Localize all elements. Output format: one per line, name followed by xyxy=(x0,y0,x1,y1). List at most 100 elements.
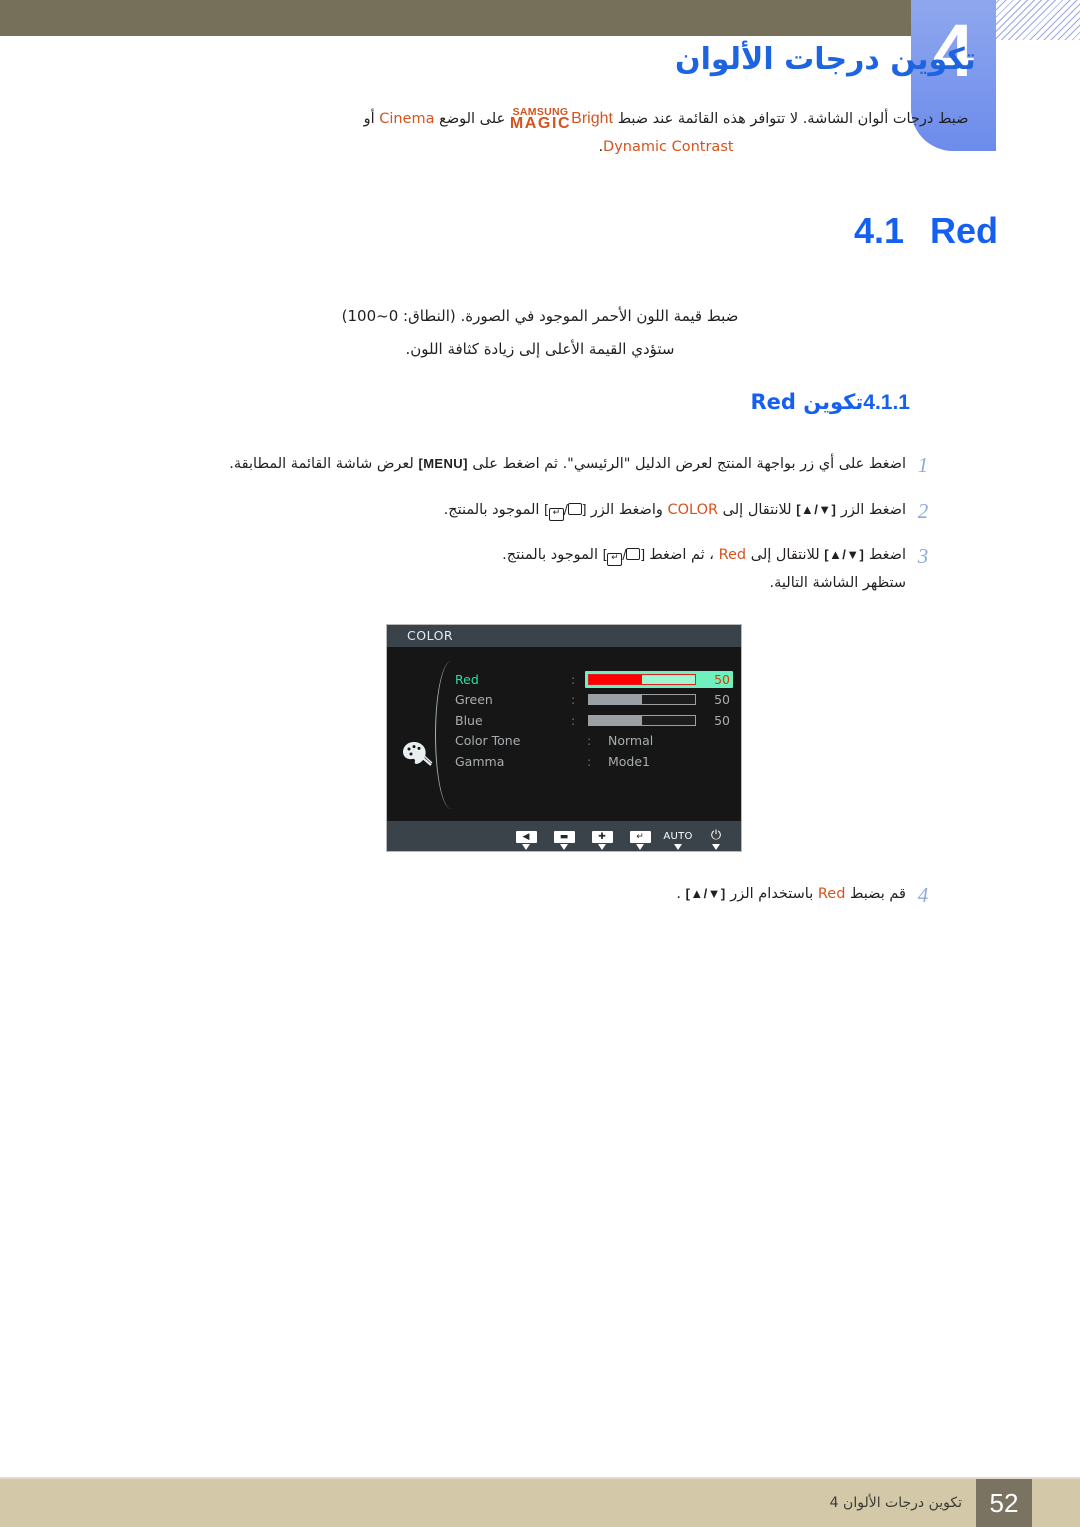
square-key-glyph xyxy=(567,502,582,515)
osd-row-gamma[interactable]: Gamma : Mode1 xyxy=(451,751,733,772)
minus-icon: ▬ xyxy=(553,831,575,843)
key-enter-icon: [↵ /] xyxy=(603,543,645,568)
step4-text-c: . xyxy=(676,886,682,902)
osd-row-value: 50 xyxy=(714,692,730,708)
section-number: 4.1 xyxy=(853,210,904,251)
step1-text-a: اضغط على أي زر بواجهة المنتج لعرض الدليل… xyxy=(472,456,906,472)
key-menu: [MENU] xyxy=(418,456,468,471)
osd-back-button[interactable]: ◀ xyxy=(507,821,545,850)
step-text: اضغط على أي زر بواجهة المنتج لعرض الدليل… xyxy=(160,450,906,478)
subsection-number: 4.1.1 xyxy=(863,391,910,414)
back-arrow-icon: ◀ xyxy=(515,831,537,843)
osd-button-bar: ◀ ▬ ✚ ↵ AUTO ⏻ xyxy=(387,821,741,851)
step2-text-b: للانتقال إلى xyxy=(722,501,792,518)
pointer-triangle-icon xyxy=(560,844,568,850)
osd-row-label: Red xyxy=(455,671,479,687)
magic-logo-line2: MAGIC xyxy=(509,115,572,132)
step2-text-a: اضغط الزر xyxy=(840,501,906,518)
osd-enter-button[interactable]: ↵ xyxy=(621,821,659,850)
subsection-title-ar: تكوين xyxy=(803,390,864,414)
menu-target-color: COLOR xyxy=(667,501,719,518)
step-text: اضغط الزر [▲/▼] للانتقال إلى COLOR واضغط… xyxy=(160,496,906,524)
footer-chapter-text: تكوين درجات الألوان 4 xyxy=(829,1495,962,1511)
enter-key-glyph: ↵ xyxy=(548,507,564,521)
osd-minus-button[interactable]: ▬ xyxy=(545,821,583,850)
osd-value-box: Mode1 xyxy=(603,753,733,770)
hatch-decor xyxy=(996,0,1080,40)
osd-colon: : xyxy=(570,671,576,687)
section-desc-line2: ستؤدي القيمة الأعلى إلى زيادة كثافة اللو… xyxy=(405,340,675,358)
osd-value-box: 50 xyxy=(585,670,733,688)
pointer-triangle-icon xyxy=(636,844,644,850)
chapter-description: ضبط درجات ألوان الشاشة. لا تتوافر هذه ال… xyxy=(356,104,976,160)
chapter-desc-part1: ضبط درجات ألوان الشاشة. لا تتوافر هذه ال… xyxy=(617,111,969,127)
osd-slider-fill xyxy=(589,695,642,705)
step-number: 4 xyxy=(917,883,929,907)
subsection-heading: 4.1.1تكوين Red xyxy=(750,390,940,415)
pointer-triangle-icon xyxy=(674,844,682,850)
menu-target-red: Red xyxy=(718,547,747,563)
pointer-triangle-icon xyxy=(522,844,530,850)
osd-row-blue[interactable]: Blue : 50 xyxy=(451,710,733,731)
osd-value-box: Normal xyxy=(603,732,733,749)
mode-cinema-label: Cinema xyxy=(379,111,435,127)
osd-row-label: Green xyxy=(455,692,493,708)
steps-list-continued: 4 قم بضبط Red باستخدام الزر [▲/▼] . xyxy=(160,880,940,926)
subsection-title-en: Red xyxy=(750,390,796,414)
osd-body: Red : 50 Green : 50 Blue: 50 Color Tone… xyxy=(387,647,741,821)
key-up-down-icon: [▲/▼] xyxy=(796,501,837,517)
mode-dynamic-contrast-label: Dynamic Contrast xyxy=(603,138,734,155)
palette-icon-svg xyxy=(403,742,433,766)
power-icon: ⏻ xyxy=(710,828,722,843)
chapter-desc-part3: أو xyxy=(363,111,375,127)
step-item-3: 3 اضغط [▲/▼] للانتقال إلى Red ، ثم اضغط … xyxy=(160,541,940,598)
pointer-triangle-icon xyxy=(712,844,720,850)
pointer-triangle-icon xyxy=(598,844,606,850)
steps-list: 1 اضغط على أي زر بواجهة المنتج لعرض الدل… xyxy=(160,450,940,612)
chapter-desc-part2: على الوضع xyxy=(439,111,506,127)
osd-slider-track[interactable] xyxy=(588,714,696,726)
osd-plus-button[interactable]: ✚ xyxy=(583,821,621,850)
key-enter-icon: [↵ /] xyxy=(544,498,587,523)
key-up-down-icon: [▲/▼] xyxy=(824,547,865,562)
section-title: Red xyxy=(929,210,998,251)
page-title: تكوين درجات الألوان xyxy=(675,42,976,77)
osd-value-box: 50 xyxy=(585,691,733,708)
osd-colon: : xyxy=(587,733,592,749)
osd-row-value: 50 xyxy=(714,671,730,687)
section-heading: 4.1 Red xyxy=(854,210,998,252)
osd-row-green[interactable]: Green : 50 xyxy=(451,690,733,711)
step-text: قم بضبط Red باستخدام الزر [▲/▼] . xyxy=(160,880,906,908)
top-decor-band xyxy=(0,0,911,36)
osd-row-label: Blue xyxy=(455,712,483,728)
osd-row-red[interactable]: Red : 50 xyxy=(451,669,733,690)
auto-label: AUTO xyxy=(663,831,693,842)
osd-row-value: 50 xyxy=(714,712,730,728)
step3-text-c: ، ثم اضغط xyxy=(649,547,714,563)
palette-icon xyxy=(401,739,435,769)
osd-row-color-tone[interactable]: Color Tone : Normal xyxy=(451,731,733,752)
magic-bright-label: Bright xyxy=(571,110,613,127)
osd-slider-track[interactable] xyxy=(588,673,696,685)
step4-text-a: قم بضبط xyxy=(850,886,906,902)
osd-colon: : xyxy=(587,753,592,769)
step-number: 1 xyxy=(917,453,929,477)
osd-slider-fill xyxy=(589,674,642,684)
step4-text-b: باستخدام الزر xyxy=(730,886,814,902)
step3-text-a: اضغط xyxy=(868,547,906,563)
osd-colon: : xyxy=(570,712,576,728)
osd-power-button[interactable]: ⏻ xyxy=(697,821,735,850)
key-up-down-icon: [▲/▼] xyxy=(685,886,726,901)
osd-title: COLOR xyxy=(387,625,741,647)
osd-menu-screenshot: COLOR Red : 50 Green: 50 Blue: 50 Colo… xyxy=(386,624,742,852)
osd-slider-track[interactable] xyxy=(588,694,696,706)
samsung-magic-logo: SAMSUNG MAGIC xyxy=(509,106,572,132)
enter-key-glyph: ↵ xyxy=(607,553,623,566)
enter-icon: ↵ xyxy=(629,831,651,843)
osd-auto-button[interactable]: AUTO xyxy=(659,821,697,850)
osd-rows: Red : 50 Green : 50 Blue: 50 Color Tone… xyxy=(451,669,733,772)
osd-value-box: 50 xyxy=(585,712,733,729)
step-text: اضغط [▲/▼] للانتقال إلى Red ، ثم اضغط [↵… xyxy=(160,541,906,598)
osd-colon: : xyxy=(570,692,576,708)
page-number: 52 xyxy=(976,1479,1032,1527)
